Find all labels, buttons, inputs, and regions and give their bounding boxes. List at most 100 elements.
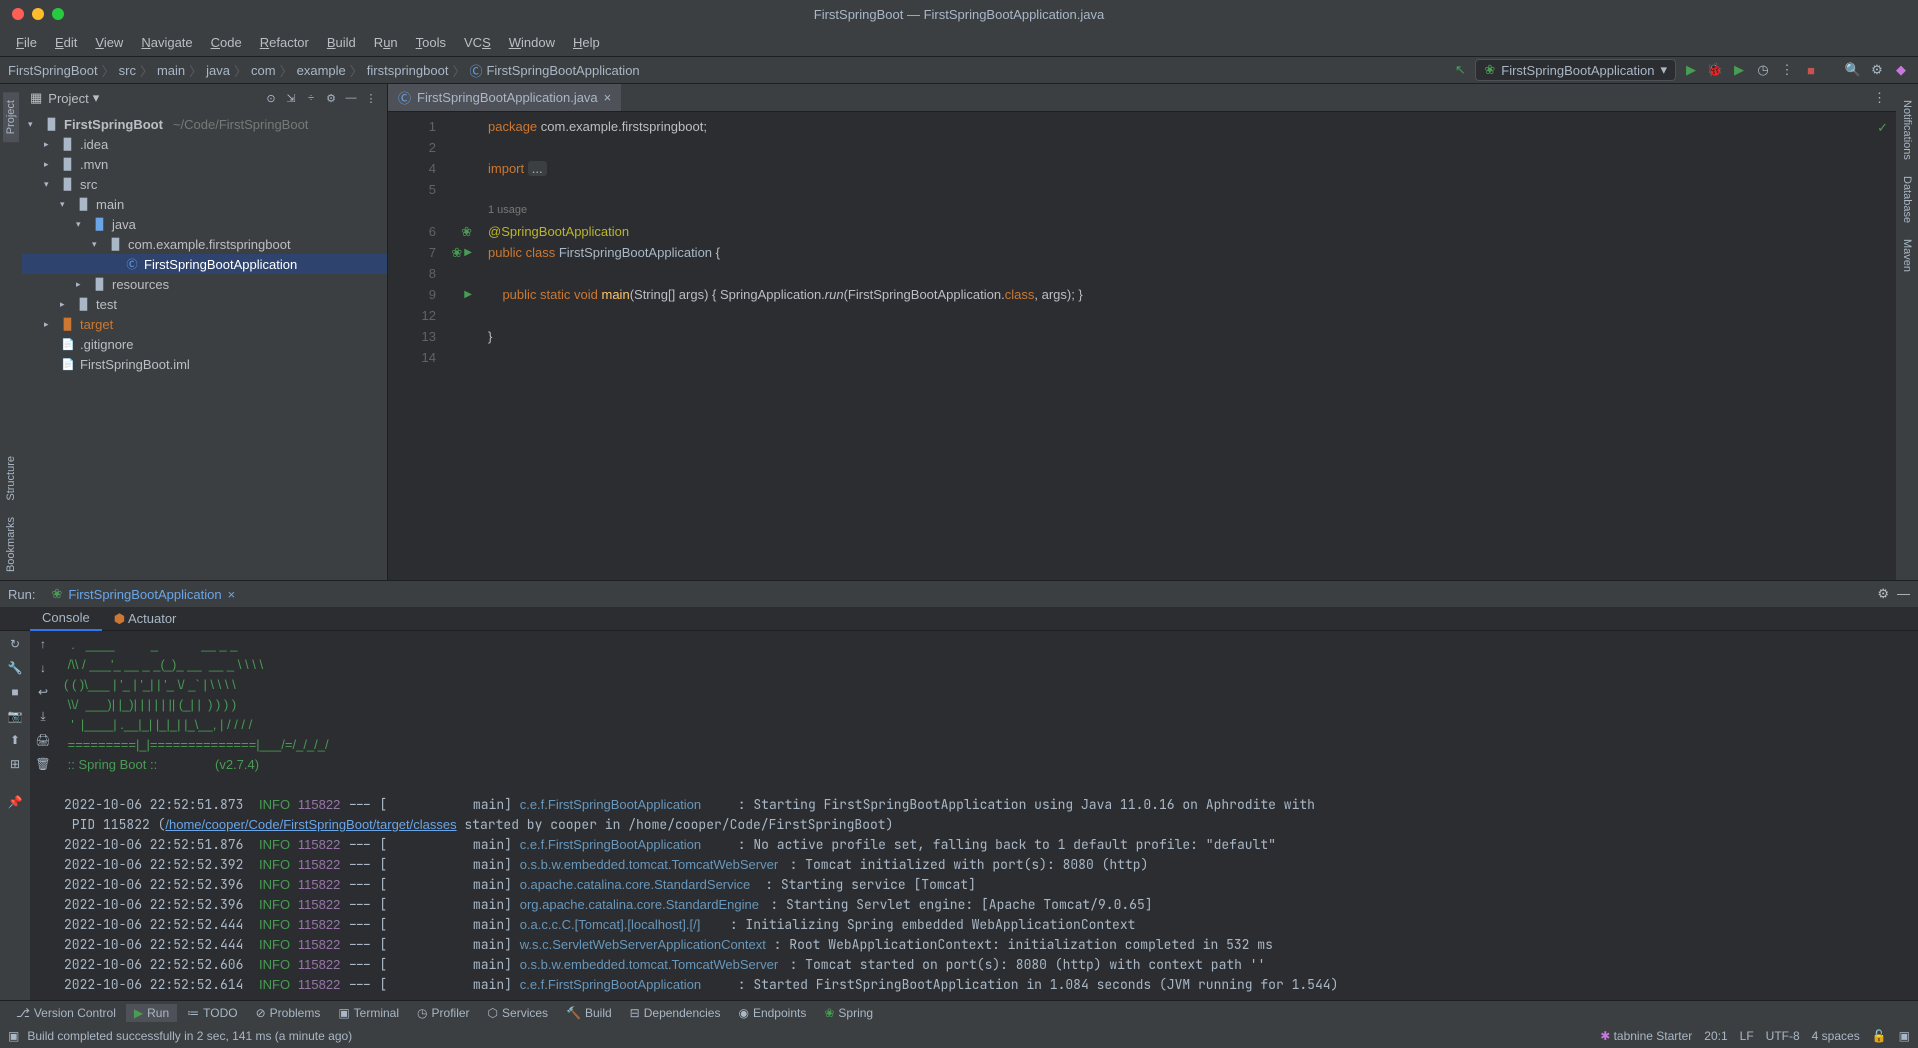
- search-icon[interactable]: 🔍: [1844, 61, 1862, 79]
- tree-item-target[interactable]: ▸▉target: [22, 314, 387, 334]
- line-sep[interactable]: LF: [1740, 1029, 1754, 1043]
- code-body[interactable]: package com.example.firstspringboot; imp…: [448, 112, 1896, 580]
- tabnine-status[interactable]: ✱ tabnine Starter: [1600, 1029, 1692, 1043]
- profiler-tool[interactable]: ◷Profiler: [409, 1004, 478, 1022]
- menu-view[interactable]: View: [87, 31, 131, 54]
- tree-item[interactable]: ▾▉main: [22, 194, 387, 214]
- tree-item[interactable]: ▸▉.idea: [22, 134, 387, 154]
- collapse-icon[interactable]: ÷: [303, 90, 319, 106]
- minimize-window-button[interactable]: [32, 8, 44, 20]
- readonly-icon[interactable]: 🔓: [1872, 1029, 1887, 1043]
- cursor-position[interactable]: 20:1: [1704, 1029, 1727, 1043]
- run-tool[interactable]: ▶Run: [126, 1004, 177, 1022]
- build-hammer-icon[interactable]: ↖: [1451, 61, 1469, 79]
- tool-button[interactable]: 🔧: [6, 659, 24, 677]
- chevron-down-icon[interactable]: ▾: [93, 90, 100, 106]
- editor-more-icon[interactable]: ⋮: [1873, 90, 1896, 106]
- services-tool[interactable]: ⬡Services: [480, 1004, 557, 1022]
- tree-item[interactable]: ▾▉src: [22, 174, 387, 194]
- tree-item[interactable]: ▸▉resources: [22, 274, 387, 294]
- tree-item[interactable]: ▾▉java: [22, 214, 387, 234]
- build-tool[interactable]: 🔨Build: [558, 1004, 620, 1022]
- breadcrumb-item[interactable]: java: [206, 63, 230, 78]
- hide-tool-icon[interactable]: ▣: [8, 1029, 19, 1043]
- project-tree[interactable]: ▾▉ FirstSpringBoot ~/Code/FirstSpringBoo…: [22, 112, 387, 580]
- run-button[interactable]: ▶: [1682, 61, 1700, 79]
- tree-item[interactable]: 📄.gitignore: [22, 334, 387, 354]
- run-gutter-icon[interactable]: ▶: [464, 242, 472, 263]
- problems-tool[interactable]: ⊘Problems: [248, 1004, 329, 1022]
- tabnine-icon[interactable]: ◆: [1892, 61, 1910, 79]
- breadcrumb-item[interactable]: com: [251, 63, 276, 78]
- console-tab[interactable]: Console: [30, 606, 102, 631]
- breadcrumb-item[interactable]: src: [119, 63, 136, 78]
- menu-help[interactable]: Help: [565, 31, 608, 54]
- close-icon[interactable]: ×: [228, 587, 236, 602]
- spring-leaf-icon[interactable]: ❀: [461, 221, 472, 242]
- scroll-end-icon[interactable]: ⤓: [34, 707, 52, 725]
- tree-root[interactable]: ▾▉ FirstSpringBoot ~/Code/FirstSpringBoo…: [22, 114, 387, 134]
- menu-vcs[interactable]: VCS: [456, 31, 499, 54]
- run-panel-tab[interactable]: ❀ FirstSpringBootApplication ×: [43, 584, 243, 604]
- trash-icon[interactable]: 🗑: [34, 755, 52, 773]
- version-control-tool[interactable]: ⎇Version Control: [8, 1004, 124, 1022]
- menu-window[interactable]: Window: [501, 31, 563, 54]
- run-config-select[interactable]: ❀ FirstSpringBootApplication ▾: [1475, 59, 1676, 81]
- up-icon[interactable]: ↑: [34, 635, 52, 653]
- memory-icon[interactable]: ▣: [1899, 1029, 1910, 1043]
- expand-icon[interactable]: ⇲: [283, 90, 299, 106]
- hide-panel-icon[interactable]: —: [343, 90, 359, 106]
- menu-navigate[interactable]: Navigate: [133, 31, 200, 54]
- menu-edit[interactable]: Edit: [47, 31, 85, 54]
- encoding[interactable]: UTF-8: [1766, 1029, 1800, 1043]
- console-output[interactable]: . ____ _ __ _ _ /\\ / ___'_ __ _ _(_)_ _…: [56, 631, 1918, 1000]
- settings-icon[interactable]: ⚙: [323, 90, 339, 106]
- close-tab-icon[interactable]: ×: [604, 90, 612, 105]
- tree-item[interactable]: ▸▉test: [22, 294, 387, 314]
- editor-content[interactable]: ✓ 1 2 4 5 6❀ 7❀▶ 8 9▶ 12 13 14 package c…: [388, 112, 1896, 580]
- terminal-tool[interactable]: ▣Terminal: [330, 1004, 407, 1022]
- rerun-button[interactable]: ↻: [6, 635, 24, 653]
- actuator-tab[interactable]: ⬢ Actuator: [102, 607, 189, 631]
- breadcrumb-item[interactable]: example: [297, 63, 346, 78]
- coverage-button[interactable]: ▶: [1730, 61, 1748, 79]
- menu-code[interactable]: Code: [203, 31, 250, 54]
- menu-run[interactable]: Run: [366, 31, 406, 54]
- more-icon[interactable]: ⋮: [363, 90, 379, 106]
- run-gutter-icon[interactable]: ▶: [464, 284, 472, 305]
- tree-item[interactable]: ▸▉.mvn: [22, 154, 387, 174]
- close-window-button[interactable]: [12, 8, 24, 20]
- maven-tool-tab[interactable]: Maven: [1899, 231, 1915, 280]
- debug-button[interactable]: 🐞: [1706, 61, 1724, 79]
- breadcrumb-item[interactable]: FirstSpringBootApplication: [486, 63, 639, 78]
- breadcrumb-item[interactable]: FirstSpringBoot: [8, 63, 98, 78]
- stop-button[interactable]: ■: [1802, 61, 1820, 79]
- spring-leaf-icon[interactable]: ❀: [451, 242, 462, 263]
- menu-build[interactable]: Build: [319, 31, 364, 54]
- tool-button[interactable]: ⬆: [6, 731, 24, 749]
- settings-icon[interactable]: ⚙: [1868, 61, 1886, 79]
- stop-button[interactable]: ■: [6, 683, 24, 701]
- tree-item-selected[interactable]: ⒸFirstSpringBootApplication: [22, 254, 387, 274]
- down-icon[interactable]: ↓: [34, 659, 52, 677]
- menu-refactor[interactable]: Refactor: [252, 31, 317, 54]
- structure-tool-tab[interactable]: Structure: [3, 448, 19, 509]
- breadcrumb-item[interactable]: firstspringboot: [367, 63, 449, 78]
- endpoints-tool[interactable]: ◉Endpoints: [730, 1004, 814, 1022]
- spring-tool[interactable]: ❀Spring: [816, 1004, 881, 1022]
- indent[interactable]: 4 spaces: [1812, 1029, 1860, 1043]
- camera-icon[interactable]: 📷: [6, 707, 24, 725]
- dependencies-tool[interactable]: ⊟Dependencies: [622, 1004, 729, 1022]
- breadcrumb-item[interactable]: main: [157, 63, 185, 78]
- project-tool-tab[interactable]: Project: [3, 92, 19, 142]
- attach-button[interactable]: ⋮: [1778, 61, 1796, 79]
- editor-tab[interactable]: Ⓒ FirstSpringBootApplication.java ×: [388, 84, 621, 111]
- print-icon[interactable]: 🖨: [34, 731, 52, 749]
- pin-icon[interactable]: 📌: [6, 793, 24, 811]
- tree-item[interactable]: ▾▉com.example.firstspringboot: [22, 234, 387, 254]
- settings-icon[interactable]: ⚙: [1877, 586, 1889, 602]
- soft-wrap-icon[interactable]: ↩: [34, 683, 52, 701]
- menu-file[interactable]: File: [8, 31, 45, 54]
- tree-item[interactable]: 📄FirstSpringBoot.iml: [22, 354, 387, 374]
- maximize-window-button[interactable]: [52, 8, 64, 20]
